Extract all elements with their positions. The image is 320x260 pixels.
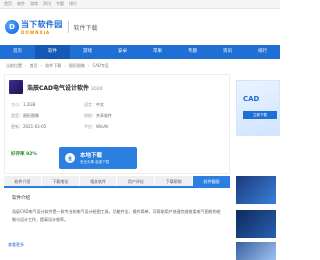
- breadcrumb-item[interactable]: 软件下载: [45, 63, 61, 69]
- download-label: 本地下载: [80, 153, 103, 159]
- app-info-card: 浩辰CAD电气设计软件 2020 大小：1.2GB 语言：中文 类型：图形图像 授…: [4, 74, 230, 174]
- tab-help[interactable]: 下载帮助: [155, 176, 193, 186]
- ad-title: CAD: [243, 95, 260, 103]
- logo[interactable]: 当下软件园 DOWNXIA: [21, 19, 63, 35]
- top-link[interactable]: 游戏: [30, 1, 38, 7]
- side-thumbnail[interactable]: [236, 242, 276, 260]
- rating-badge: 好评率 92%: [11, 152, 37, 157]
- meta-size: 大小：1.2GB: [11, 102, 36, 107]
- breadcrumb-label: 当前位置: [6, 63, 22, 68]
- top-link[interactable]: 专题: [56, 1, 64, 7]
- nav-item-news[interactable]: 资讯: [210, 45, 245, 59]
- top-link[interactable]: 排行: [69, 1, 77, 7]
- site-header: D 当下软件园 DOWNXIA 软件下载: [0, 9, 280, 45]
- nav-item-ios[interactable]: 苹果: [140, 45, 175, 59]
- logo-en: DOWNXIA: [21, 30, 51, 35]
- detail-tabs: 软件介绍 下载地址 相关软件 用户评论 下载帮助 软件截图: [4, 176, 230, 188]
- top-link[interactable]: 资讯: [43, 1, 51, 7]
- app-description: 浩辰CAD电气设计软件是一款专业的电气设计绘图工具，功能齐全，操作简单，可帮助用…: [12, 209, 221, 222]
- tab-intro[interactable]: 软件介绍: [4, 176, 41, 186]
- app-icon: [9, 80, 23, 94]
- nav-item-games[interactable]: 游戏: [70, 45, 105, 59]
- nav-item-topics[interactable]: 专题: [175, 45, 210, 59]
- tab-screenshots[interactable]: 软件截图: [193, 176, 230, 186]
- nav-item-home[interactable]: 首页: [0, 45, 35, 59]
- main-nav: 首页 软件 游戏 安卓 苹果 专题 资讯 排行: [0, 45, 280, 59]
- section-title: 软件介绍: [12, 196, 30, 201]
- more-link[interactable]: 查看更多: [8, 242, 24, 248]
- download-sublabel: 安全无毒 高速下载: [80, 160, 110, 164]
- nav-item-software[interactable]: 软件: [35, 45, 70, 59]
- download-button[interactable]: 本地下载 安全无毒 高速下载: [59, 147, 137, 169]
- logo-divider: [67, 21, 69, 33]
- tab-related[interactable]: 相关软件: [79, 176, 117, 186]
- site-subtitle: 软件下载: [73, 24, 98, 32]
- nav-item-android[interactable]: 安卓: [105, 45, 140, 59]
- breadcrumb-item[interactable]: 首页: [30, 63, 38, 69]
- side-ad-banner[interactable]: CAD 立即下载: [236, 80, 280, 136]
- ad-button[interactable]: 立即下载: [243, 111, 277, 119]
- app-meta: 大小：1.2GB 语言：中文 类型：图形图像 授权：共享软件 更新：2021-0…: [11, 102, 151, 130]
- app-version: 2020: [91, 87, 103, 92]
- meta-platform: 平台：WinAll: [84, 124, 109, 129]
- meta-updated: 更新：2021-03-05: [11, 124, 47, 129]
- side-thumbnail[interactable]: [236, 176, 276, 204]
- side-thumbnail[interactable]: [236, 210, 276, 238]
- nav-item-ranking[interactable]: 排行: [245, 45, 280, 59]
- top-link[interactable]: 软件: [17, 1, 25, 7]
- breadcrumb: 当前位置 › 首页 › 软件下载 › 图形图像 › CAD专区: [6, 63, 110, 69]
- meta-category: 类型：图形图像: [11, 113, 39, 118]
- meta-license: 授权：共享软件: [84, 113, 112, 118]
- top-bar: 首页 软件 游戏 资讯 专题 排行: [0, 0, 280, 9]
- breadcrumb-item[interactable]: 图形图像: [69, 63, 85, 69]
- app-title: 浩辰CAD电气设计软件 2020: [27, 85, 103, 92]
- logo-icon[interactable]: D: [5, 20, 19, 34]
- logo-cn: 当下软件园: [21, 20, 63, 29]
- tab-comments[interactable]: 用户评论: [117, 176, 155, 186]
- tab-download[interactable]: 下载地址: [41, 176, 79, 186]
- meta-language: 语言：中文: [84, 102, 104, 107]
- breadcrumb-item[interactable]: CAD专区: [92, 63, 109, 69]
- top-link[interactable]: 首页: [4, 1, 12, 7]
- download-icon: [65, 153, 75, 163]
